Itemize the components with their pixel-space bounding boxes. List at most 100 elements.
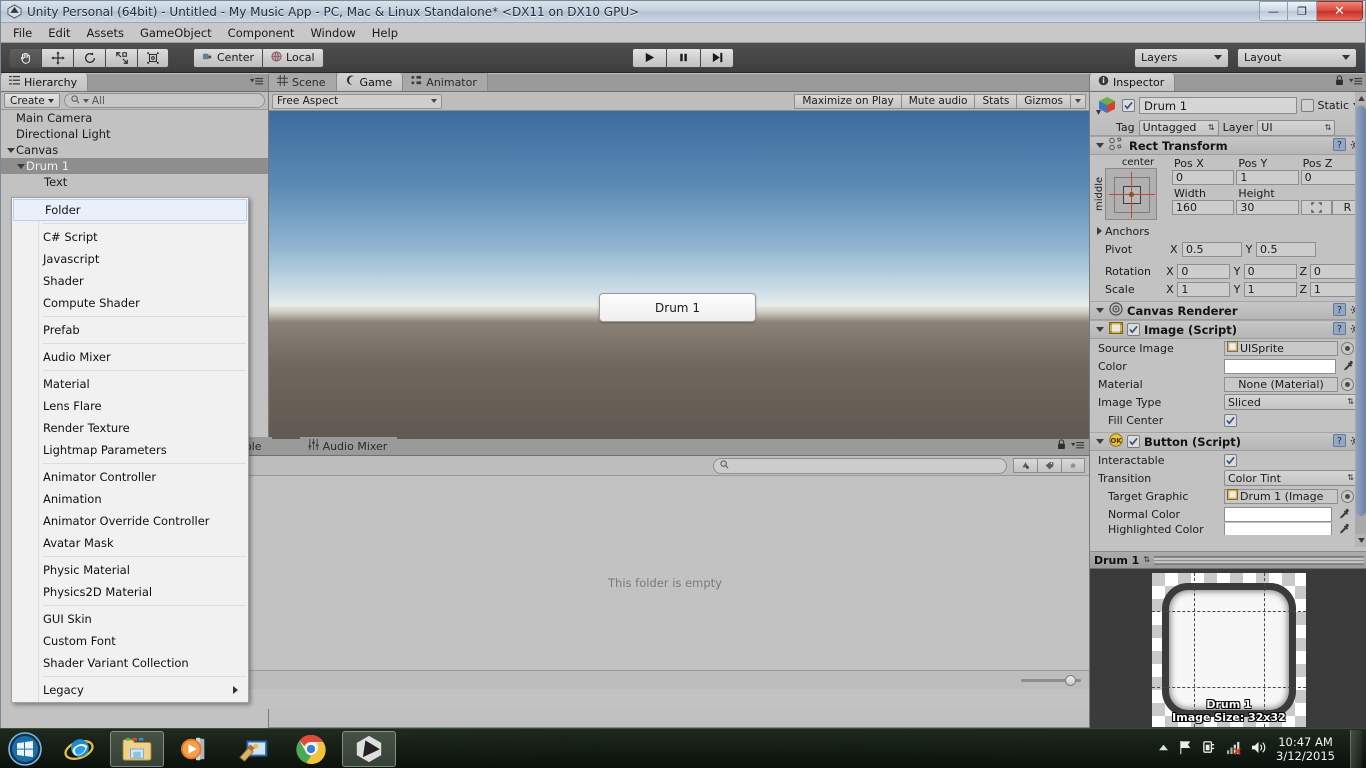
stats-button[interactable]: Stats xyxy=(974,93,1017,109)
chevron-down-icon[interactable] xyxy=(5,147,16,153)
fill-center-checkbox[interactable] xyxy=(1224,413,1237,427)
preview-content[interactable]: Drum 1 Image Size: 32x32 xyxy=(1090,569,1366,730)
move-tool-button[interactable] xyxy=(41,47,73,68)
width-input[interactable]: 160 xyxy=(1172,200,1235,215)
tab-scene[interactable]: Scene xyxy=(269,73,337,91)
transition-dropdown[interactable]: Color Tint ⇅ xyxy=(1224,470,1358,486)
object-picker-button[interactable] xyxy=(1341,489,1354,503)
menu-item-shader[interactable]: Shader xyxy=(12,270,248,292)
lock-icon[interactable] xyxy=(1057,439,1066,453)
maximize-button[interactable]: ❐ xyxy=(1288,1,1317,21)
menu-item-avatar-mask[interactable]: Avatar Mask xyxy=(12,532,248,554)
chevron-down-icon[interactable] xyxy=(1094,439,1105,444)
panel-menu-icon[interactable] xyxy=(1071,440,1085,453)
eyedropper-icon[interactable] xyxy=(1337,523,1350,535)
chevron-down-icon[interactable] xyxy=(1094,143,1105,148)
slider-knob[interactable] xyxy=(1065,674,1076,686)
source-image-field[interactable]: UISprite xyxy=(1224,340,1338,356)
updown-icon[interactable]: ⇅ xyxy=(1143,556,1150,564)
taskbar-item-unity-editor[interactable] xyxy=(342,730,396,767)
color-swatch[interactable] xyxy=(1224,358,1336,374)
tab-hierarchy[interactable]: Hierarchy xyxy=(1,73,89,91)
tab-inspector[interactable]: Inspector xyxy=(1090,73,1176,91)
layout-dropdown[interactable]: Layout xyxy=(1237,47,1357,68)
menu-window[interactable]: Window xyxy=(302,24,363,42)
menu-item-compute-shader[interactable]: Compute Shader xyxy=(12,292,248,314)
taskbar-clock[interactable]: 10:47 AM 3/12/2015 xyxy=(1276,735,1335,763)
menu-item-material[interactable]: Material xyxy=(12,373,248,395)
menu-item-shader-variant-collection[interactable]: Shader Variant Collection xyxy=(12,652,248,674)
rotate-tool-button[interactable] xyxy=(73,47,105,68)
inspector-scrollbar[interactable] xyxy=(1355,92,1366,547)
normal-color-swatch[interactable] xyxy=(1224,506,1332,522)
network-icon[interactable] xyxy=(1226,740,1242,758)
hierarchy-item-canvas[interactable]: Canvas xyxy=(1,142,268,158)
show-desktop-button[interactable] xyxy=(1350,729,1362,768)
space-mode-button[interactable]: Local xyxy=(262,47,324,68)
hierarchy-item-directional-light[interactable]: Directional Light xyxy=(1,126,268,142)
thumbnail-size-slider[interactable] xyxy=(1021,674,1081,686)
layer-dropdown[interactable]: UI ⇅ xyxy=(1257,119,1336,136)
rotation-x-input[interactable]: 0 xyxy=(1177,263,1231,279)
height-input[interactable]: 30 xyxy=(1236,200,1299,215)
hierarchy-item-main-camera[interactable]: Main Camera xyxy=(1,110,268,126)
menu-item-prefab[interactable]: Prefab xyxy=(12,319,248,341)
scrollbar-thumb[interactable] xyxy=(1356,106,1366,516)
preview-drag-grip[interactable] xyxy=(1154,555,1364,565)
game-render-canvas[interactable]: Drum 1 xyxy=(269,111,1089,452)
hierarchy-item-drum-1[interactable]: Drum 1 xyxy=(1,158,268,174)
chevron-down-icon[interactable] xyxy=(15,163,26,169)
panel-menu-icon[interactable] xyxy=(250,76,264,89)
anchor-preset-button[interactable] xyxy=(1105,168,1157,220)
menu-item-physic-material[interactable]: Physic Material xyxy=(12,559,248,581)
eyedropper-icon[interactable] xyxy=(1337,507,1350,521)
show-hidden-icons-button[interactable] xyxy=(1158,742,1169,755)
gameobject-active-checkbox[interactable] xyxy=(1122,99,1135,112)
image-enabled-checkbox[interactable] xyxy=(1127,323,1140,336)
gizmos-button[interactable]: Gizmos xyxy=(1016,93,1070,109)
material-field[interactable]: None (Material) xyxy=(1224,376,1338,392)
pos-x-input[interactable]: 0 xyxy=(1172,170,1235,185)
static-checkbox[interactable] xyxy=(1300,99,1314,112)
favorites-button[interactable] xyxy=(1061,458,1085,473)
hierarchy-item-text[interactable]: Text xyxy=(1,174,268,190)
hand-tool-button[interactable] xyxy=(9,47,41,68)
lock-icon[interactable] xyxy=(1335,75,1344,89)
menu-item-javascript[interactable]: Javascript xyxy=(12,248,248,270)
pos-z-input[interactable]: 0 xyxy=(1300,170,1363,185)
menu-item-lightmap-parameters[interactable]: Lightmap Parameters xyxy=(12,439,248,461)
project-search-input[interactable] xyxy=(713,457,1007,474)
menu-file[interactable]: File xyxy=(5,24,40,42)
component-header-rect-transform[interactable]: Rect Transform ? xyxy=(1090,136,1366,155)
step-button[interactable] xyxy=(700,47,734,68)
filter-by-label-button[interactable] xyxy=(1037,458,1061,473)
mute-audio-button[interactable]: Mute audio xyxy=(900,93,975,109)
aspect-ratio-dropdown[interactable]: Free Aspect xyxy=(272,93,442,109)
scale-y-input[interactable]: 1 xyxy=(1243,281,1297,297)
chevron-down-icon[interactable] xyxy=(1094,327,1105,332)
raw-edit-button[interactable] xyxy=(1300,200,1332,215)
taskbar-item-file-explorer[interactable] xyxy=(110,730,164,767)
scale-x-input[interactable]: 1 xyxy=(1177,281,1231,297)
menu-item-folder[interactable]: Folder xyxy=(13,199,247,221)
scale-tool-button[interactable] xyxy=(105,47,137,68)
help-icon[interactable]: ? xyxy=(1333,302,1346,319)
chevron-right-icon[interactable] xyxy=(1094,227,1105,235)
tab-animator[interactable]: Animator xyxy=(403,73,488,91)
filter-by-type-button[interactable] xyxy=(1013,458,1037,473)
pivot-y-input[interactable]: 0.5 xyxy=(1256,241,1316,257)
menu-item-custom-font[interactable]: Custom Font xyxy=(12,630,248,652)
menu-item-csharp-script[interactable]: C# Script xyxy=(12,226,248,248)
menu-item-legacy[interactable]: Legacy xyxy=(12,679,248,701)
pause-button[interactable] xyxy=(666,47,700,68)
target-graphic-field[interactable]: Drum 1 (Image xyxy=(1224,488,1338,504)
menu-item-audio-mixer[interactable]: Audio Mixer xyxy=(12,346,248,368)
component-header-button-script[interactable]: OK Button (Script) ? xyxy=(1090,432,1366,451)
project-content-area[interactable]: This folder is empty xyxy=(241,476,1089,689)
volume-icon[interactable] xyxy=(1251,740,1267,758)
menu-component[interactable]: Component xyxy=(220,24,303,42)
menu-item-physics2d-material[interactable]: Physics2D Material xyxy=(12,581,248,603)
menu-gameobject[interactable]: GameObject xyxy=(132,24,220,42)
taskbar-item-paint[interactable] xyxy=(226,731,280,767)
help-icon[interactable]: ? xyxy=(1333,433,1346,450)
